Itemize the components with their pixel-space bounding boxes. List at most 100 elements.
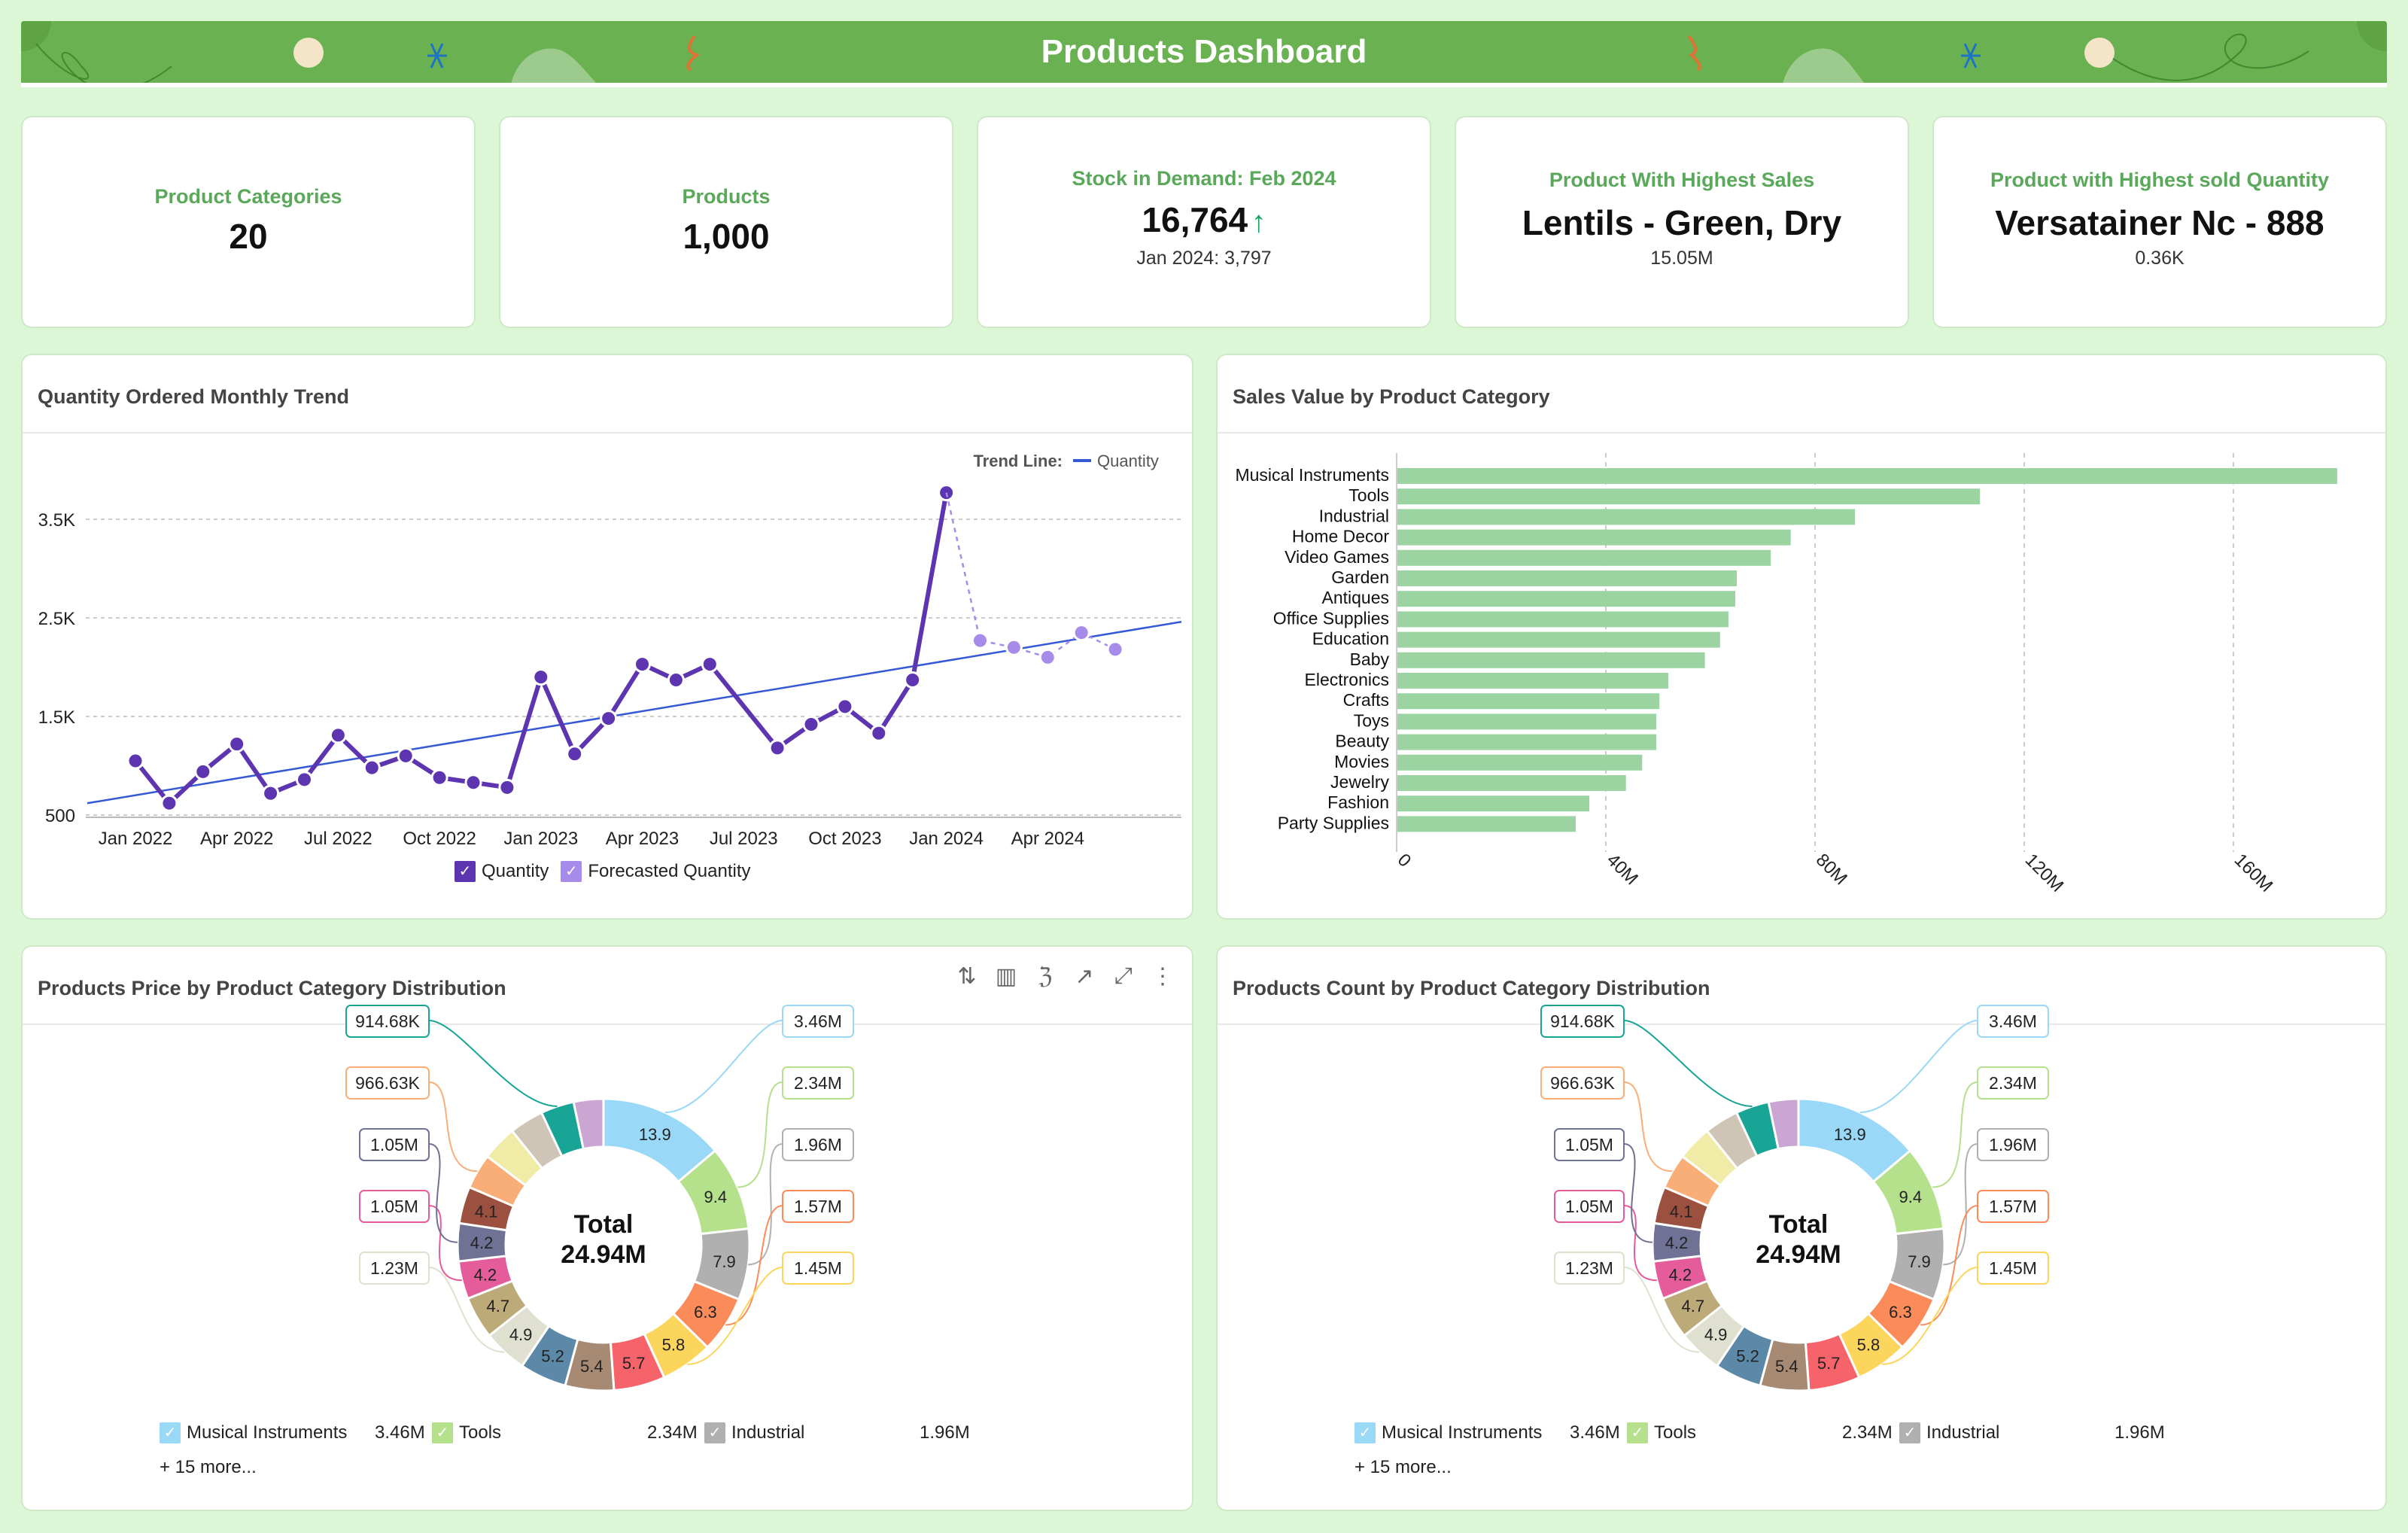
legend-checkbox[interactable]: ✓ [1899, 1422, 1920, 1443]
slice-pct-label: 13.9 [1834, 1125, 1866, 1144]
y-tick-label: 500 [45, 806, 75, 826]
quantity-point [870, 724, 888, 742]
kpi-card-products[interactable]: Products 1,000 [499, 116, 953, 328]
bar [1397, 734, 1657, 750]
legend-checkbox-quantity[interactable]: ✓ [455, 861, 476, 882]
legend-checkbox[interactable]: ✓ [160, 1422, 181, 1443]
bar [1397, 795, 1590, 812]
donut-legend: ✓ Musical Instruments 3.46M ✓ Tools 2.34… [160, 1422, 1063, 1443]
bar [1397, 570, 1738, 586]
callout-line [1623, 1143, 1653, 1243]
legend-label[interactable]: Musical Instruments [1382, 1422, 1570, 1443]
bar [1397, 816, 1576, 832]
callout-value: 1.45M [794, 1258, 842, 1278]
callout-value: 1.05M [1565, 1197, 1613, 1216]
callout-line [664, 1020, 783, 1114]
x-tick-label: Jul 2023 [710, 829, 778, 849]
forecast-point [971, 631, 989, 649]
callout-value: 966.63K [355, 1073, 420, 1093]
callout-value: 914.68K [1550, 1011, 1615, 1031]
slice-pct-label: 7.9 [1908, 1252, 1931, 1271]
kpi-card-highest-sales[interactable]: Product With Highest Sales Lentils - Gre… [1455, 116, 1909, 328]
donut-legend: ✓ Musical Instruments 3.46M ✓ Tools 2.34… [1354, 1422, 2258, 1443]
callout-value: 2.34M [1989, 1073, 2037, 1093]
legend-label[interactable]: Forecasted Quantity [588, 861, 750, 882]
legend-value: 1.96M [2115, 1422, 2165, 1443]
quantity-point [904, 671, 922, 689]
quantity-point [160, 794, 178, 812]
callout-value: 1.23M [1565, 1258, 1613, 1278]
legend-checkbox[interactable]: ✓ [704, 1422, 725, 1443]
legend-value: 3.46M [1570, 1422, 1620, 1443]
kpi-subtext: 15.05M [1650, 248, 1713, 269]
legend-label[interactable]: Tools [1654, 1422, 1842, 1443]
legend-checkbox-forecast[interactable]: ✓ [561, 861, 582, 882]
legend-label[interactable]: Musical Instruments [187, 1422, 375, 1443]
kpi-card-highest-quantity[interactable]: Product with Highest sold Quantity Versa… [1932, 116, 2387, 328]
slice-pct-label: 9.4 [1899, 1188, 1923, 1206]
kpi-title: Product Categories [154, 185, 342, 208]
quantity-point [262, 784, 280, 802]
kpi-card-stock-in-demand[interactable]: Stock in Demand: Feb 2024 16,764 ↑ Jan 2… [977, 116, 1431, 328]
kpi-title: Products [682, 185, 771, 208]
kpi-value: Lentils - Green, Dry [1522, 203, 1842, 242]
legend-checkbox[interactable]: ✓ [1354, 1422, 1376, 1443]
forecast-point [1005, 638, 1023, 656]
x-tick-label: Apr 2022 [200, 829, 273, 849]
kpi-subtext: Jan 2024: 3,797 [1136, 248, 1272, 269]
dashboard-title: Products Dashboard [1041, 33, 1367, 70]
callout-value: 1.96M [794, 1135, 842, 1154]
legend-more-link[interactable]: + 15 more... [160, 1457, 257, 1478]
bar [1397, 488, 1981, 505]
legend-value: 2.34M [647, 1422, 698, 1443]
callout-value: 1.23M [370, 1258, 418, 1278]
y-category-label: Video Games [1285, 547, 1389, 567]
legend-label[interactable]: Industrial [731, 1422, 920, 1443]
y-category-label: Home Decor [1292, 527, 1389, 546]
y-tick-label: 1.5K [38, 707, 75, 728]
callout-line [1859, 1020, 1978, 1114]
forecast-point [1106, 640, 1124, 659]
y-category-label: Musical Instruments [1235, 465, 1389, 485]
y-category-label: Antiques [1321, 588, 1389, 607]
quantity-point [836, 698, 854, 716]
slice-pct-label: 5.2 [1736, 1346, 1759, 1365]
legend-label[interactable]: Tools [459, 1422, 647, 1443]
legend-checkbox[interactable]: ✓ [1627, 1422, 1648, 1443]
forecast-point [1072, 624, 1090, 642]
trend-legend-label: Trend Line: [973, 452, 1063, 470]
slice-pct-label: 13.9 [639, 1125, 671, 1144]
callout-value: 966.63K [1550, 1073, 1615, 1093]
legend-more-link[interactable]: + 15 more... [1354, 1457, 1452, 1478]
kpi-value: Versatainer Nc - 888 [1995, 203, 2324, 242]
quantity-point [430, 768, 448, 786]
panel-quantity-trend: Quantity Ordered Monthly Trend 500 1.5K 2.… [21, 354, 1193, 920]
dashboard-banner: Products Dashboard [21, 21, 2387, 87]
bar [1397, 693, 1660, 710]
bar [1397, 713, 1657, 730]
kpi-value: 1,000 [683, 217, 770, 256]
legend-label[interactable]: Quantity [482, 861, 549, 882]
y-category-label: Education [1312, 629, 1389, 649]
slice-pct-label: 7.9 [713, 1252, 736, 1271]
bar [1397, 549, 1771, 566]
slice-pct-label: 4.2 [474, 1265, 497, 1284]
legend-checkbox[interactable]: ✓ [432, 1422, 453, 1443]
slice-pct-label: 5.4 [1775, 1357, 1798, 1376]
kpi-title: Product With Highest Sales [1549, 169, 1815, 191]
callout-line [428, 1143, 458, 1243]
quantity-point [532, 668, 550, 686]
slice-pct-label: 4.7 [486, 1297, 509, 1316]
callout-value: 1.57M [1989, 1197, 2037, 1216]
quantity-point [667, 671, 685, 689]
donut-center-value: 24.94M [1756, 1240, 1841, 1269]
x-tick-label: Oct 2022 [403, 829, 476, 849]
x-tick-label: Oct 2023 [808, 829, 881, 849]
quantity-point [397, 747, 415, 765]
legend-label[interactable]: Industrial [1926, 1422, 2115, 1443]
donut-center-value: 24.94M [561, 1240, 646, 1269]
slice-pct-label: 6.3 [1889, 1303, 1912, 1322]
kpi-card-product-categories[interactable]: Product Categories 20 [21, 116, 476, 328]
y-category-label: Jewelry [1330, 772, 1389, 792]
callout-line [428, 1081, 478, 1173]
